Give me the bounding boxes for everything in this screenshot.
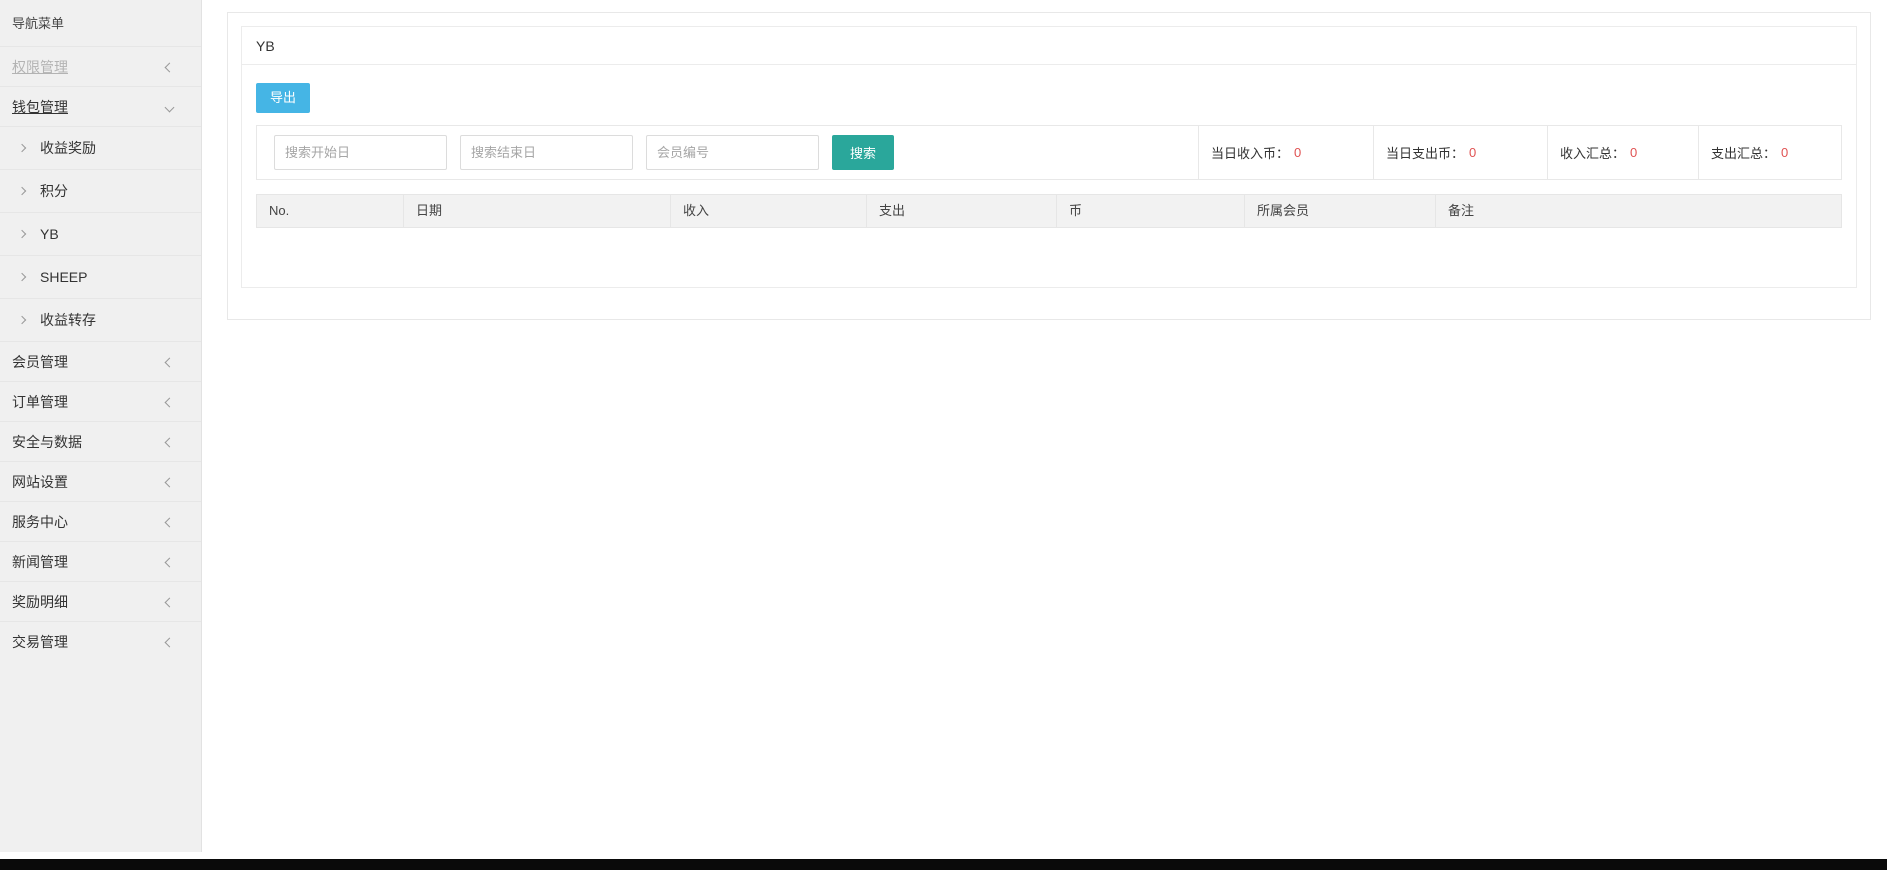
table-header-expense: 支出 — [867, 195, 1057, 227]
chevron-down-icon — [165, 103, 175, 113]
sidebar-item-reward-detail[interactable]: 奖励明细 — [0, 581, 201, 621]
sidebar-item-trade-mgmt[interactable]: 交易管理 — [0, 621, 201, 661]
content-panel: YB 导出 搜索 当日收入币： 0 当日支出币： — [227, 12, 1871, 320]
bottom-bar — [0, 859, 1887, 870]
sidebar-subitem-label: YB — [40, 226, 59, 242]
member-id-input[interactable] — [646, 135, 819, 170]
sidebar-item-label: 新闻管理 — [12, 554, 68, 570]
chevron-right-icon — [18, 273, 26, 281]
chevron-right-icon — [18, 316, 26, 324]
sidebar-item-label: 服务中心 — [12, 514, 68, 530]
sidebar-subitem-label: 积分 — [40, 183, 68, 199]
sidebar-item-wallet-mgmt[interactable]: 钱包管理 — [0, 86, 201, 126]
sidebar-subitem-income-transfer[interactable]: 收益转存 — [0, 298, 201, 341]
sidebar-item-permission-mgmt[interactable]: 权限管理 — [0, 46, 201, 86]
stat-daily-income: 当日收入币： 0 — [1198, 126, 1373, 179]
table-header-coin: 币 — [1057, 195, 1245, 227]
sidebar-subitem-points[interactable]: 积分 — [0, 169, 201, 212]
chevron-left-icon — [165, 598, 175, 608]
sidebar-item-label: 网站设置 — [12, 474, 68, 490]
chevron-right-icon — [18, 187, 26, 195]
chevron-left-icon — [165, 398, 175, 408]
sidebar-subitem-yb[interactable]: YB — [0, 212, 201, 255]
stat-daily-expense: 当日支出币： 0 — [1373, 126, 1547, 179]
table-header-no: No. — [257, 195, 404, 227]
table-header-member: 所属会员 — [1245, 195, 1436, 227]
chevron-left-icon — [165, 558, 175, 568]
sidebar-item-label: 权限管理 — [12, 59, 68, 75]
sidebar-item-site-settings[interactable]: 网站设置 — [0, 461, 201, 501]
table-header-remark: 备注 — [1436, 195, 1841, 227]
table-header-income: 收入 — [671, 195, 867, 227]
sidebar-title: 导航菜单 — [0, 0, 201, 46]
yb-card: YB 导出 搜索 当日收入币： 0 当日支出币： — [241, 26, 1857, 288]
table-header-row: No. 日期 收入 支出 币 所属会员 备注 — [256, 194, 1842, 228]
sidebar-item-security-data[interactable]: 安全与数据 — [0, 421, 201, 461]
sidebar-subitem-sheep[interactable]: SHEEP — [0, 255, 201, 298]
export-button[interactable]: 导出 — [256, 83, 310, 113]
sidebar-subitem-label: 收益奖励 — [40, 140, 96, 156]
card-title: YB — [242, 27, 1856, 65]
sidebar-subitem-label: 收益转存 — [40, 312, 96, 328]
stat-expense-total: 支出汇总： 0 — [1698, 126, 1841, 179]
page: 导航菜单 权限管理 钱包管理 收益奖励 积分 YB SHEEP 收益转存 — [0, 0, 1887, 870]
sidebar-item-service-center[interactable]: 服务中心 — [0, 501, 201, 541]
sidebar-item-label: 交易管理 — [12, 634, 68, 650]
sidebar-item-label: 订单管理 — [12, 394, 68, 410]
chevron-left-icon — [165, 358, 175, 368]
sidebar-item-label: 会员管理 — [12, 354, 68, 370]
filter-row: 搜索 当日收入币： 0 当日支出币： 0 收入汇总： 0 — [256, 125, 1842, 180]
stat-income-total: 收入汇总： 0 — [1547, 126, 1698, 179]
sidebar: 导航菜单 权限管理 钱包管理 收益奖励 积分 YB SHEEP 收益转存 — [0, 0, 202, 852]
search-button[interactable]: 搜索 — [832, 135, 894, 170]
sidebar-item-news-mgmt[interactable]: 新闻管理 — [0, 541, 201, 581]
stat-value: 0 — [1781, 145, 1788, 160]
sidebar-item-order-mgmt[interactable]: 订单管理 — [0, 381, 201, 421]
chevron-left-icon — [165, 63, 175, 73]
chevron-left-icon — [165, 478, 175, 488]
search-end-date-input[interactable] — [460, 135, 633, 170]
stat-value: 0 — [1630, 145, 1637, 160]
stat-label: 收入汇总： — [1560, 143, 1625, 162]
sidebar-subitem-label: SHEEP — [40, 269, 87, 285]
stat-label: 支出汇总： — [1711, 143, 1776, 162]
stat-label: 当日支出币： — [1386, 143, 1464, 162]
sidebar-subitem-income-reward[interactable]: 收益奖励 — [0, 126, 201, 169]
stat-value: 0 — [1469, 145, 1476, 160]
chevron-left-icon — [165, 518, 175, 528]
search-bar: 搜索 — [257, 126, 1198, 179]
search-start-date-input[interactable] — [274, 135, 447, 170]
sidebar-item-label: 奖励明细 — [12, 594, 68, 610]
card-body: 导出 搜索 当日收入币： 0 当日支出币： 0 — [242, 65, 1856, 242]
chevron-left-icon — [165, 438, 175, 448]
chevron-left-icon — [165, 638, 175, 648]
stat-label: 当日收入币： — [1211, 143, 1289, 162]
sidebar-item-label: 安全与数据 — [12, 434, 82, 450]
chevron-right-icon — [18, 230, 26, 238]
table-header-date: 日期 — [404, 195, 671, 227]
sidebar-item-label: 钱包管理 — [12, 99, 68, 115]
stat-value: 0 — [1294, 145, 1301, 160]
sidebar-item-member-mgmt[interactable]: 会员管理 — [0, 341, 201, 381]
chevron-right-icon — [18, 144, 26, 152]
